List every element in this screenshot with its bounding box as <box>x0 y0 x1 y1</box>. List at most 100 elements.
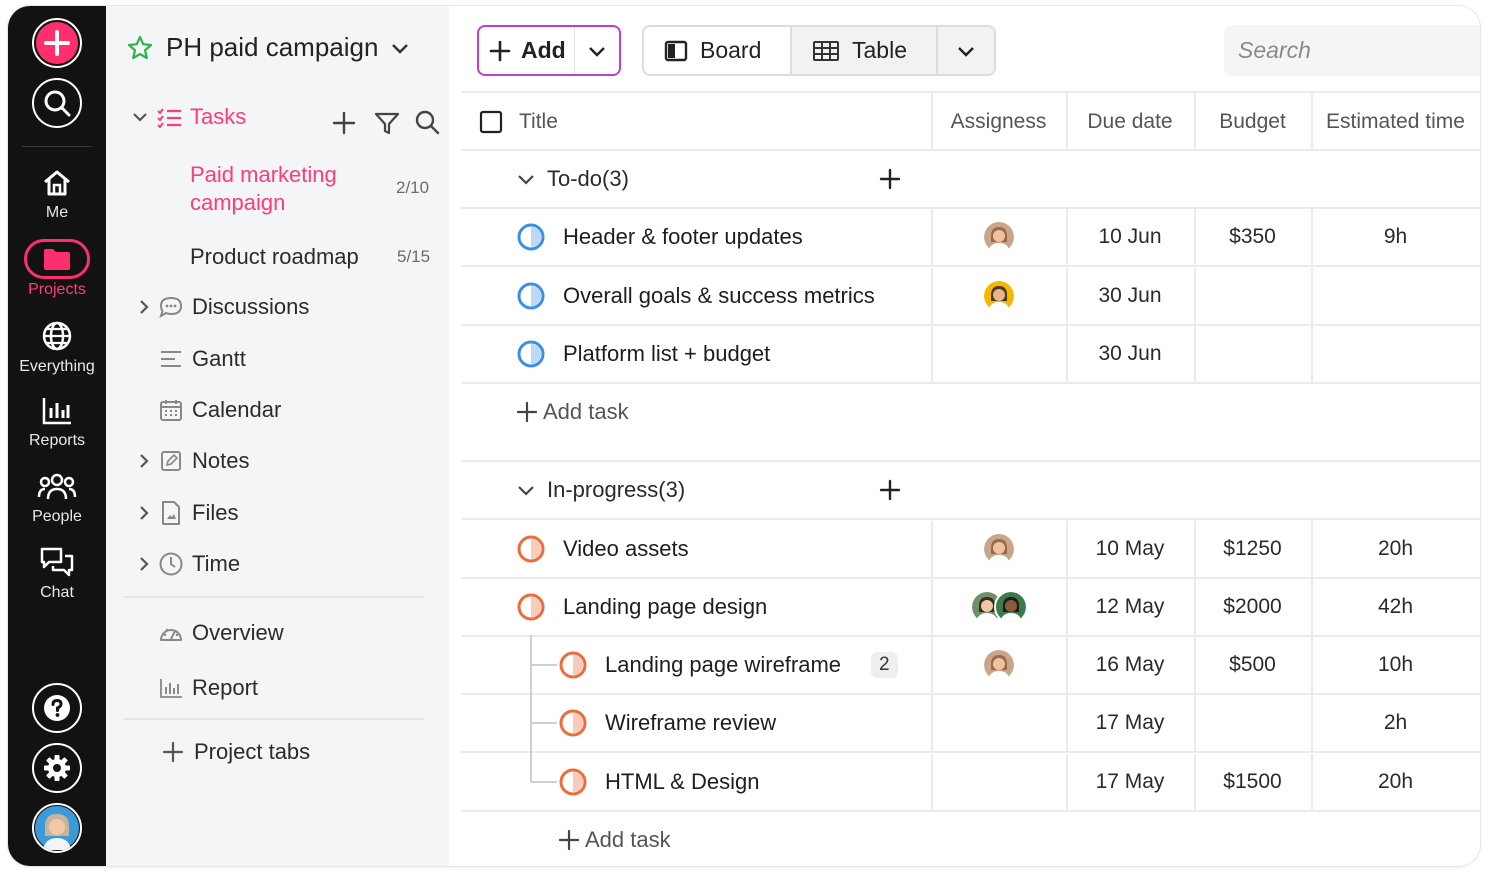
estimated-time-cell[interactable] <box>1311 326 1480 382</box>
global-search-button[interactable] <box>32 78 82 128</box>
project-title-row[interactable]: PH paid campaign <box>126 32 410 63</box>
assignees-cell[interactable] <box>931 521 1066 577</box>
assignees-cell[interactable] <box>931 579 1066 635</box>
add-project-tab[interactable]: Project tabs <box>160 739 310 765</box>
budget-cell[interactable]: $2000 <box>1194 579 1311 635</box>
nav-time[interactable]: Time <box>134 551 240 577</box>
task-title-cell[interactable]: Header & footer updates <box>517 209 803 265</box>
status-icon[interactable] <box>517 340 545 368</box>
add-task-to-group-button[interactable] <box>879 462 901 518</box>
rail-item-reports[interactable]: Reports <box>8 396 106 450</box>
column-title[interactable]: Title <box>519 93 558 151</box>
task-row[interactable]: Header & footer updates 10 Jun $350 9h <box>461 209 1480 268</box>
rail-item-me[interactable]: Me <box>8 168 106 222</box>
task-row[interactable]: Platform list + budget 30 Jun <box>461 325 1480 384</box>
budget-cell[interactable]: $1500 <box>1194 754 1311 810</box>
nav-notes[interactable]: Notes <box>134 448 249 474</box>
estimated-time-cell[interactable]: 10h <box>1311 637 1480 693</box>
column-estimated-time[interactable]: Estimated time <box>1311 93 1480 151</box>
task-title[interactable]: Wireframe review <box>605 710 776 736</box>
avatar[interactable] <box>981 648 1016 683</box>
status-icon[interactable] <box>559 651 587 679</box>
add-task-button[interactable]: Add task <box>517 384 629 440</box>
task-row[interactable]: Wireframe review 17 May 2h <box>461 693 1480 754</box>
avatar[interactable] <box>981 531 1016 566</box>
assignees-cell[interactable] <box>931 209 1066 265</box>
task-row[interactable]: Landing page design 12 May $2000 42h <box>461 578 1480 637</box>
add-button-main[interactable]: Add <box>479 27 575 74</box>
status-icon[interactable] <box>517 593 545 621</box>
chevron-down-icon[interactable] <box>130 107 150 127</box>
chevron-right-icon[interactable] <box>134 554 154 574</box>
status-icon[interactable] <box>517 535 545 563</box>
budget-cell[interactable] <box>1194 695 1311 751</box>
nav-discussions[interactable]: Discussions <box>134 294 309 320</box>
column-budget[interactable]: Budget <box>1194 93 1311 151</box>
estimated-time-cell[interactable] <box>1311 268 1480 324</box>
chevron-right-icon[interactable] <box>134 297 154 317</box>
help-button[interactable] <box>32 683 82 733</box>
nav-tasks[interactable]: Tasks <box>130 104 246 130</box>
task-title[interactable]: HTML & Design <box>605 769 759 795</box>
task-title-cell[interactable]: Overall goals & success metrics <box>517 268 875 324</box>
estimated-time-cell[interactable]: 2h <box>1311 695 1480 751</box>
nav-calendar[interactable]: Calendar <box>158 397 281 423</box>
budget-cell[interactable]: $350 <box>1194 209 1311 265</box>
budget-cell[interactable]: $500 <box>1194 637 1311 693</box>
add-button[interactable]: Add <box>477 25 621 76</box>
column-due-date[interactable]: Due date <box>1066 93 1194 151</box>
table-view-button[interactable]: Table <box>792 27 938 74</box>
add-task-to-group-button[interactable] <box>879 151 901 207</box>
estimated-time-cell[interactable]: 9h <box>1311 209 1480 265</box>
task-title[interactable]: Landing page wireframe <box>605 652 841 678</box>
search-icon[interactable] <box>414 109 440 135</box>
assignees-cell[interactable] <box>931 268 1066 324</box>
task-title[interactable]: Video assets <box>563 536 689 562</box>
due-date-cell[interactable]: 10 May <box>1066 521 1194 577</box>
group-toggle[interactable]: In-progress(3) <box>517 462 685 518</box>
budget-cell[interactable]: $1250 <box>1194 521 1311 577</box>
due-date-cell[interactable]: 10 Jun <box>1066 209 1194 265</box>
filter-icon[interactable] <box>374 111 400 135</box>
task-title-cell[interactable]: Landing page wireframe 2 <box>559 637 898 693</box>
task-title[interactable]: Landing page design <box>563 594 767 620</box>
search-input[interactable] <box>1224 25 1480 76</box>
group-toggle[interactable]: To-do(3) <box>517 151 629 207</box>
star-icon[interactable] <box>126 34 154 62</box>
task-title-cell[interactable]: HTML & Design <box>559 754 759 810</box>
assignees-cell[interactable] <box>931 637 1066 693</box>
add-task-list-icon[interactable] <box>332 111 356 135</box>
board-view-button[interactable]: Board <box>644 27 792 74</box>
task-row[interactable]: Overall goals & success metrics 30 Jun <box>461 267 1480 326</box>
column-assignees[interactable]: Assigness <box>931 93 1066 151</box>
task-row[interactable]: HTML & Design 17 May $1500 20h <box>461 751 1480 812</box>
rail-item-projects[interactable]: Projects <box>8 239 106 299</box>
due-date-cell[interactable]: 30 Jun <box>1066 326 1194 382</box>
due-date-cell[interactable]: 30 Jun <box>1066 268 1194 324</box>
due-date-cell[interactable]: 17 May <box>1066 695 1194 751</box>
task-list-paid-marketing[interactable]: Paid marketing campaign <box>190 161 337 217</box>
rail-item-chat[interactable]: Chat <box>8 546 106 602</box>
task-list-product-roadmap[interactable]: Product roadmap <box>190 244 359 270</box>
rail-item-everything[interactable]: Everything <box>8 320 106 376</box>
task-title[interactable]: Header & footer updates <box>563 224 803 250</box>
due-date-cell[interactable]: 12 May <box>1066 579 1194 635</box>
status-icon[interactable] <box>559 768 587 796</box>
avatar[interactable] <box>981 220 1016 255</box>
status-icon[interactable] <box>517 223 545 251</box>
avatar[interactable] <box>981 278 1016 313</box>
create-new-button[interactable] <box>32 18 82 68</box>
add-task-button[interactable]: Add task <box>559 812 671 866</box>
chevron-right-icon[interactable] <box>134 451 154 471</box>
add-dropdown-toggle[interactable] <box>575 27 619 74</box>
settings-button[interactable] <box>32 743 82 793</box>
comment-count-badge[interactable]: 2 <box>871 652 898 679</box>
budget-cell[interactable] <box>1194 268 1311 324</box>
nav-overview[interactable]: Overview <box>158 620 284 646</box>
budget-cell[interactable] <box>1194 326 1311 382</box>
task-title-cell[interactable]: Platform list + budget <box>517 326 770 382</box>
due-date-cell[interactable]: 16 May <box>1066 637 1194 693</box>
estimated-time-cell[interactable]: 20h <box>1311 754 1480 810</box>
user-avatar-button[interactable] <box>32 803 82 853</box>
nav-report[interactable]: Report <box>158 675 258 701</box>
